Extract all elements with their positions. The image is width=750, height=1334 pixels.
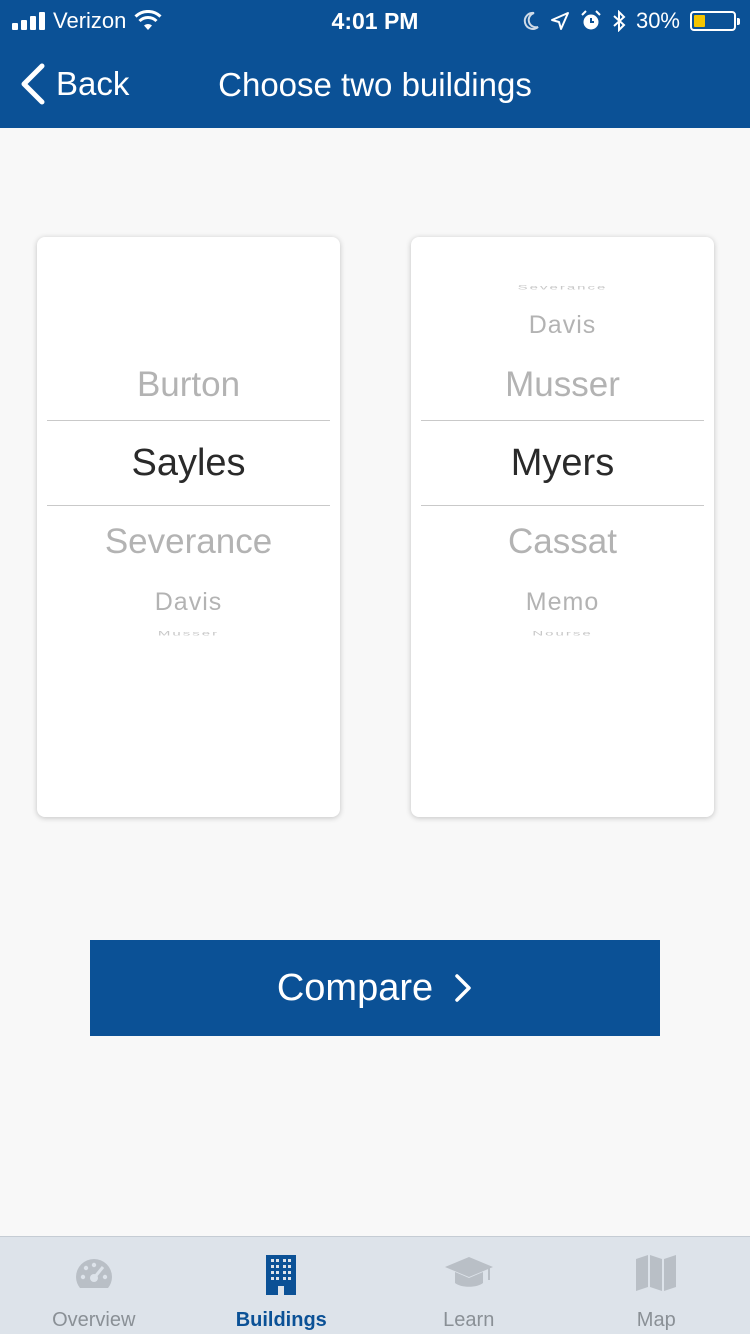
picker-option[interactable]: Davis xyxy=(37,588,340,617)
status-right: 30% xyxy=(522,8,740,34)
picker-option[interactable]: Musser xyxy=(37,630,340,638)
moon-icon xyxy=(523,11,539,30)
picker-option[interactable]: Nourse xyxy=(411,630,714,638)
building-picker-right[interactable]: Severance Davis Musser Myers Cassat Memo… xyxy=(411,237,714,817)
tab-label: Buildings xyxy=(235,1309,327,1331)
alarm-icon xyxy=(581,10,601,30)
battery-percent: 30% xyxy=(635,8,680,33)
status-bar: Verizon 4:01 PM 30% xyxy=(0,0,750,40)
page-title: Choose two buildings xyxy=(218,66,532,103)
tab-label: Overview xyxy=(52,1309,136,1331)
map-icon xyxy=(636,1255,677,1291)
tab-bar: Overview Buildings Learn Map xyxy=(0,1236,750,1334)
picker-option[interactable]: Severance xyxy=(411,284,714,292)
picker-option[interactable]: Burton xyxy=(37,365,340,405)
tab-label: Learn xyxy=(443,1309,495,1331)
gauge-icon xyxy=(75,1259,112,1288)
location-icon xyxy=(550,12,569,30)
battery-icon xyxy=(690,11,740,31)
header-bar: Verizon 4:01 PM 30% Back Choose two buil… xyxy=(0,0,750,128)
picker-option[interactable]: Memo xyxy=(411,588,714,617)
building-picker-left[interactable]: Burton Sayles Severance Davis Musser xyxy=(37,237,340,817)
picker-selected-option[interactable]: Sayles xyxy=(37,442,340,485)
tab-overview[interactable]: Overview xyxy=(0,1237,188,1334)
bluetooth-icon xyxy=(613,10,626,32)
picker-option[interactable]: Cassat xyxy=(411,522,714,562)
tab-label: Map xyxy=(636,1309,676,1331)
tab-buildings[interactable]: Buildings xyxy=(188,1237,376,1334)
picker-option[interactable]: Davis xyxy=(411,311,714,340)
compare-label: Compare xyxy=(276,966,434,1009)
building-icon xyxy=(266,1255,297,1295)
tab-map[interactable]: Map xyxy=(563,1237,750,1334)
picker-option[interactable]: Severance xyxy=(37,522,340,562)
picker-divider xyxy=(421,420,704,421)
chevron-right-icon xyxy=(455,974,471,1002)
picker-divider xyxy=(421,505,704,506)
picker-selected-option[interactable]: Myers xyxy=(411,442,714,485)
nav-bar: Back Choose two buildings xyxy=(0,40,750,128)
battery-fill xyxy=(694,15,705,27)
picker-divider xyxy=(47,420,330,421)
picker-option[interactable]: Musser xyxy=(411,365,714,405)
graduation-cap-icon xyxy=(444,1257,493,1287)
compare-button[interactable]: Compare xyxy=(90,940,660,1036)
picker-divider xyxy=(47,505,330,506)
tab-learn[interactable]: Learn xyxy=(375,1237,563,1334)
